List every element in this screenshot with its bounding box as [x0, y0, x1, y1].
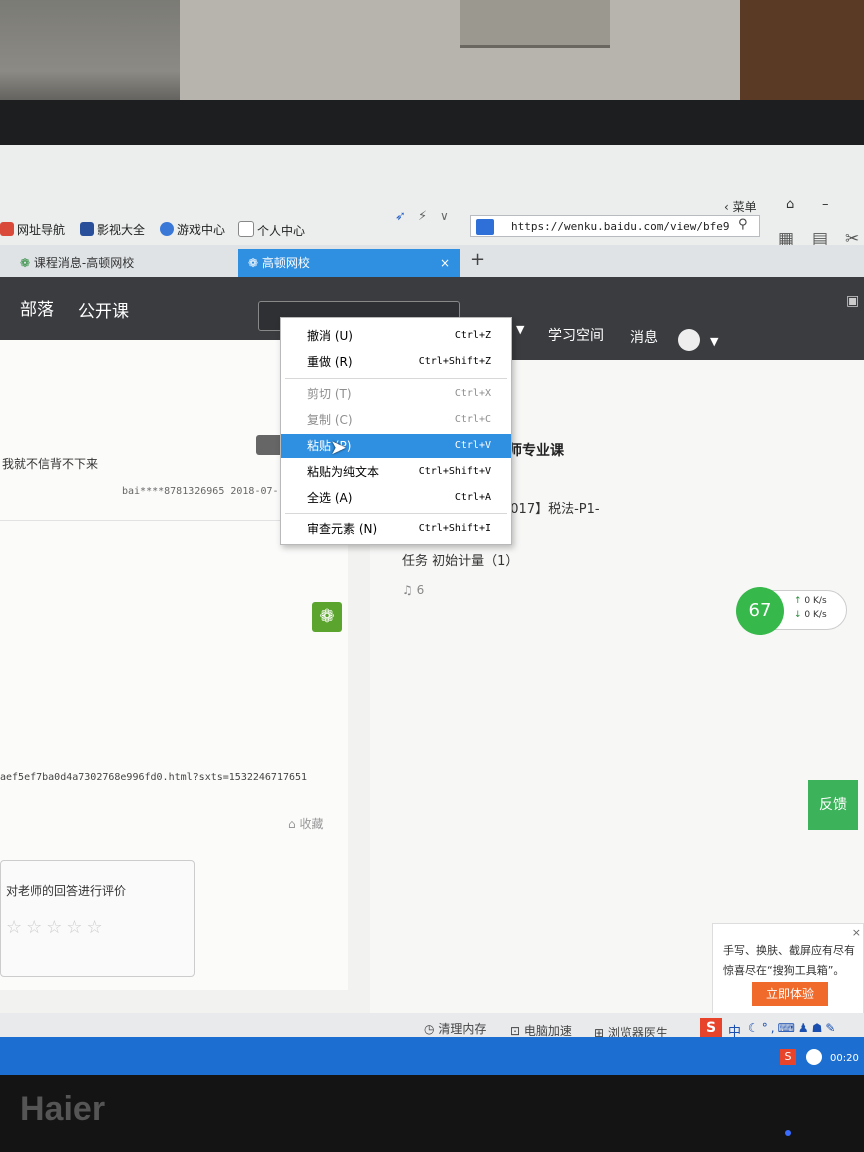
chevron-down-icon[interactable]: ∨ — [440, 209, 449, 223]
baidu-paw-icon[interactable] — [476, 219, 494, 235]
bookmark-games[interactable]: 游戏中心 — [160, 221, 225, 238]
close-icon[interactable]: × — [852, 926, 861, 939]
menu-item-inspect[interactable]: 审查元素 (N) Ctrl+Shift+I — [281, 517, 511, 541]
dropdown-arrow-icon[interactable]: ▼ — [516, 323, 524, 336]
download-speed: ↓ 0 K/s — [794, 610, 827, 620]
clean-memory-button[interactable]: ◷ 清理内存 — [424, 1020, 486, 1037]
nav-item-tribe[interactable]: 部落 — [20, 295, 54, 320]
menu-item-paste[interactable]: 粘贴 (P) Ctrl+V — [281, 434, 511, 458]
menu-item-undo[interactable]: 撤消 (U) Ctrl+Z — [281, 324, 511, 348]
context-menu: 撤消 (U) Ctrl+Z 重做 (R) Ctrl+Shift+Z 剪切 (T) Ct… — [280, 317, 512, 545]
star-rating[interactable]: ☆☆☆☆☆ — [6, 917, 107, 938]
browser-menu-button[interactable]: ‹ 菜单 — [724, 198, 757, 215]
wall-cabinet — [460, 0, 610, 48]
tray-sogou-icon[interactable]: S — [780, 1049, 796, 1065]
upload-speed: ↑ 0 K/s — [794, 596, 827, 606]
nav-item-messages[interactable]: 消息 — [630, 327, 658, 347]
ime-toolbar-icons[interactable]: ☾°,⌨♟☗✎ — [748, 1021, 838, 1035]
question-meta: bai****8781326965 2018-07- — [122, 486, 279, 497]
close-tab-icon[interactable]: × — [440, 249, 450, 277]
task-title[interactable]: 任务 初始计量（1） — [402, 550, 518, 569]
rocket-icon[interactable]: ➶ — [395, 209, 406, 224]
monitor-screen: ‹ 菜单 ⌂ – ➶ ⚡ ∨ https://wenku.baidu.com/v… — [0, 145, 864, 1075]
gamepad-icon — [160, 222, 174, 236]
tab-course-messages[interactable]: ❁ 课程消息-高顿网校 — [10, 249, 238, 277]
sogou-s-icon[interactable]: S — [700, 1018, 722, 1038]
lightning-icon[interactable]: ⚡ — [418, 209, 427, 224]
eye-icon: ♫ — [402, 583, 413, 597]
menu-item-select-all[interactable]: 全选 (A) Ctrl+A — [281, 486, 511, 510]
course-title[interactable]: 2017】税法-P1- — [502, 498, 600, 517]
monitor-bezel-top — [0, 100, 864, 145]
menu-item-paste-plain[interactable]: 粘贴为纯文本 Ctrl+Shift+V — [281, 460, 511, 484]
menu-separator — [285, 378, 507, 379]
menu-separator — [285, 513, 507, 514]
browser-menu-label: 菜单 — [732, 200, 757, 214]
up-arrow-icon: ↑ — [794, 596, 802, 606]
monitor-bezel-bottom — [0, 1075, 864, 1152]
gaodun-logo-icon: ❁ — [20, 256, 31, 270]
toast-line-1: 手写、换肤、截屏应有尽有 — [723, 944, 855, 957]
toast-line-2: 惊喜尽在“搜狗工具箱”。 — [723, 964, 845, 977]
try-now-button[interactable]: 立即体验 — [752, 982, 828, 1006]
address-text: https://wenku.baidu.com/view/bfe9 — [511, 220, 730, 233]
feedback-button[interactable]: 反馈 — [808, 780, 858, 830]
collect-button[interactable]: ⌂ 收藏 — [288, 815, 323, 832]
gaodun-logo-icon: ❁ — [248, 256, 259, 270]
attachment-link[interactable]: aef5ef7ba0d4a7302768e996fd0.html?sxts=15… — [0, 772, 307, 783]
avatar[interactable] — [678, 329, 700, 351]
gaodun-green-logo-icon[interactable]: ❁ — [312, 602, 342, 632]
network-speed-widget[interactable]: 67 ↑ 0 K/s ↓ 0 K/s — [736, 587, 847, 635]
search-icon[interactable]: ⚲ — [738, 217, 748, 232]
clean-icon: ◷ — [424, 1022, 435, 1036]
power-led — [785, 1130, 791, 1136]
tag-icon: ⌂ — [288, 817, 296, 831]
address-bar[interactable]: https://wenku.baidu.com/view/bfe9 — [470, 215, 760, 237]
clock[interactable]: 00:20 — [830, 1053, 859, 1064]
menu-item-copy[interactable]: 复制 (C) Ctrl+C — [281, 408, 511, 432]
document-icon — [238, 221, 254, 237]
mouse-cursor-icon: ➤ — [330, 435, 347, 459]
monitor-brand-logo: Haier — [20, 1090, 106, 1128]
avatar-dropdown-icon[interactable]: ▼ — [710, 335, 718, 348]
film-icon — [80, 222, 94, 236]
bookmark-video[interactable]: 影视大全 — [80, 221, 145, 238]
view-count: ♫ 6 — [402, 583, 425, 597]
course-heading: 师专业课 — [508, 443, 564, 459]
tab-gaodun[interactable]: ❁ 高顿网校 × — [238, 249, 460, 277]
menu-item-cut[interactable]: 剪切 (T) Ctrl+X — [281, 382, 511, 406]
minimize-icon[interactable]: – — [822, 197, 829, 212]
down-arrow-icon: ↓ — [794, 610, 802, 620]
gift-icon[interactable]: ▣ — [846, 293, 859, 309]
question-text: 我就不信背不下来 — [2, 457, 99, 471]
windows-taskbar — [0, 1037, 864, 1075]
tray-network-icon[interactable] — [806, 1049, 822, 1065]
nav-item-study-space[interactable]: 学习空间 — [548, 325, 604, 345]
bookmark-personal[interactable]: 个人中心 — [238, 221, 305, 239]
shirt-icon[interactable]: ⌂ — [786, 197, 794, 212]
speed-percent: 67 — [736, 587, 784, 635]
speedup-icon: ⊡ — [510, 1024, 521, 1038]
nav-item-open-course[interactable]: 公开课 — [78, 297, 129, 322]
house-icon — [0, 222, 14, 236]
new-tab-button[interactable]: + — [470, 249, 485, 270]
menu-item-redo[interactable]: 重做 (R) Ctrl+Shift+Z — [281, 350, 511, 374]
rating-prompt: 对老师的回答进行评价 — [6, 884, 127, 898]
bookmark-nav[interactable]: 网址导航 — [0, 221, 65, 238]
